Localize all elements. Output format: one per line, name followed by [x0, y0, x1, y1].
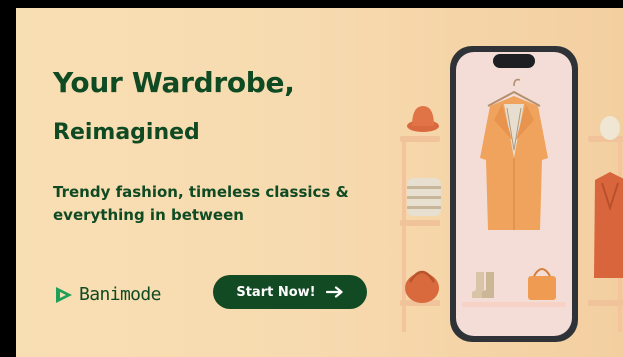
- start-now-button[interactable]: Start Now!: [213, 275, 367, 309]
- brand-name: Banimode: [79, 284, 162, 305]
- left-shelf: [400, 106, 441, 332]
- tagline: Trendy fashion, timeless classics & ever…: [53, 183, 349, 224]
- arrow-right-icon: [325, 286, 343, 298]
- promo-banner: Your Wardrobe, Reimagined Trendy fashion…: [16, 8, 623, 357]
- start-now-label: Start Now!: [236, 284, 316, 300]
- headline-line1: Your Wardrobe,: [53, 66, 295, 99]
- headline-line2: Reimagined: [53, 120, 200, 145]
- phone-mockup: [450, 46, 578, 342]
- wardrobe-phone-illustration: [400, 46, 623, 342]
- play-badge-icon: [56, 287, 72, 303]
- right-shelf: [588, 116, 623, 332]
- brand-logo: Banimode: [53, 280, 162, 310]
